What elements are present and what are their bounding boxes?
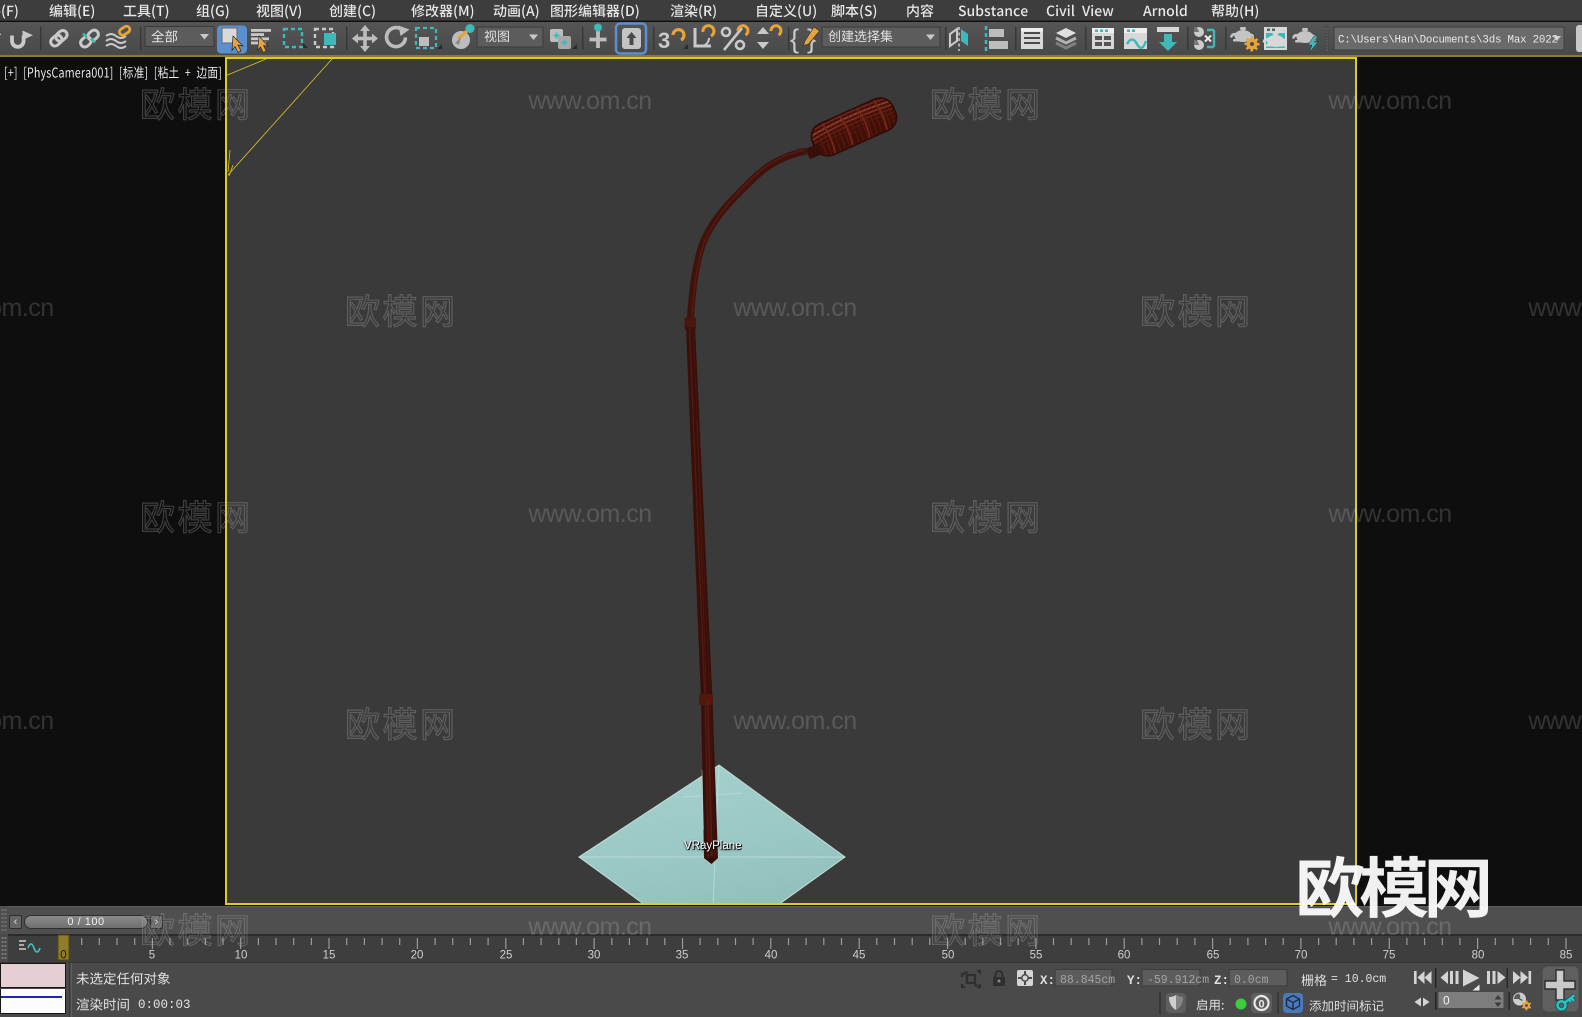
svg-text:35: 35 — [676, 950, 689, 962]
svg-text:25: 25 — [500, 950, 513, 962]
svg-text:0: 0 — [1443, 994, 1450, 1008]
svg-text:5: 5 — [149, 950, 155, 962]
svg-text:Z:: Z: — [1214, 974, 1229, 988]
svg-text:-59.912cm: -59.912cm — [1147, 974, 1209, 987]
svg-text:10: 10 — [235, 950, 248, 962]
svg-text:60: 60 — [1118, 950, 1131, 962]
svg-text:15: 15 — [323, 950, 336, 962]
svg-text:0: 0 — [60, 950, 66, 962]
svg-text:3: 3 — [658, 28, 670, 53]
svg-text:45: 45 — [853, 950, 866, 962]
svg-text:X:: X: — [1040, 974, 1055, 988]
svg-text:50: 50 — [942, 950, 955, 962]
svg-text:0.0cm: 0.0cm — [1234, 974, 1269, 987]
svg-text:85: 85 — [1560, 950, 1573, 962]
svg-text:{: { — [790, 24, 799, 54]
svg-text:30: 30 — [588, 950, 601, 962]
svg-text:75: 75 — [1383, 950, 1396, 962]
svg-text:88.845cm: 88.845cm — [1060, 974, 1115, 987]
svg-text:0: 0 — [1258, 999, 1264, 1011]
svg-text:80: 80 — [1472, 950, 1485, 962]
svg-text:40: 40 — [765, 950, 778, 962]
svg-text:55: 55 — [1030, 950, 1043, 962]
svg-text:20: 20 — [411, 950, 424, 962]
svg-text:65: 65 — [1207, 950, 1220, 962]
svg-text:70: 70 — [1295, 950, 1308, 962]
svg-text:Y:: Y: — [1127, 974, 1142, 988]
svg-text:C:\Users\Han\Documents\3ds Max: C:\Users\Han\Documents\3ds Max 2022 — [1338, 35, 1558, 47]
